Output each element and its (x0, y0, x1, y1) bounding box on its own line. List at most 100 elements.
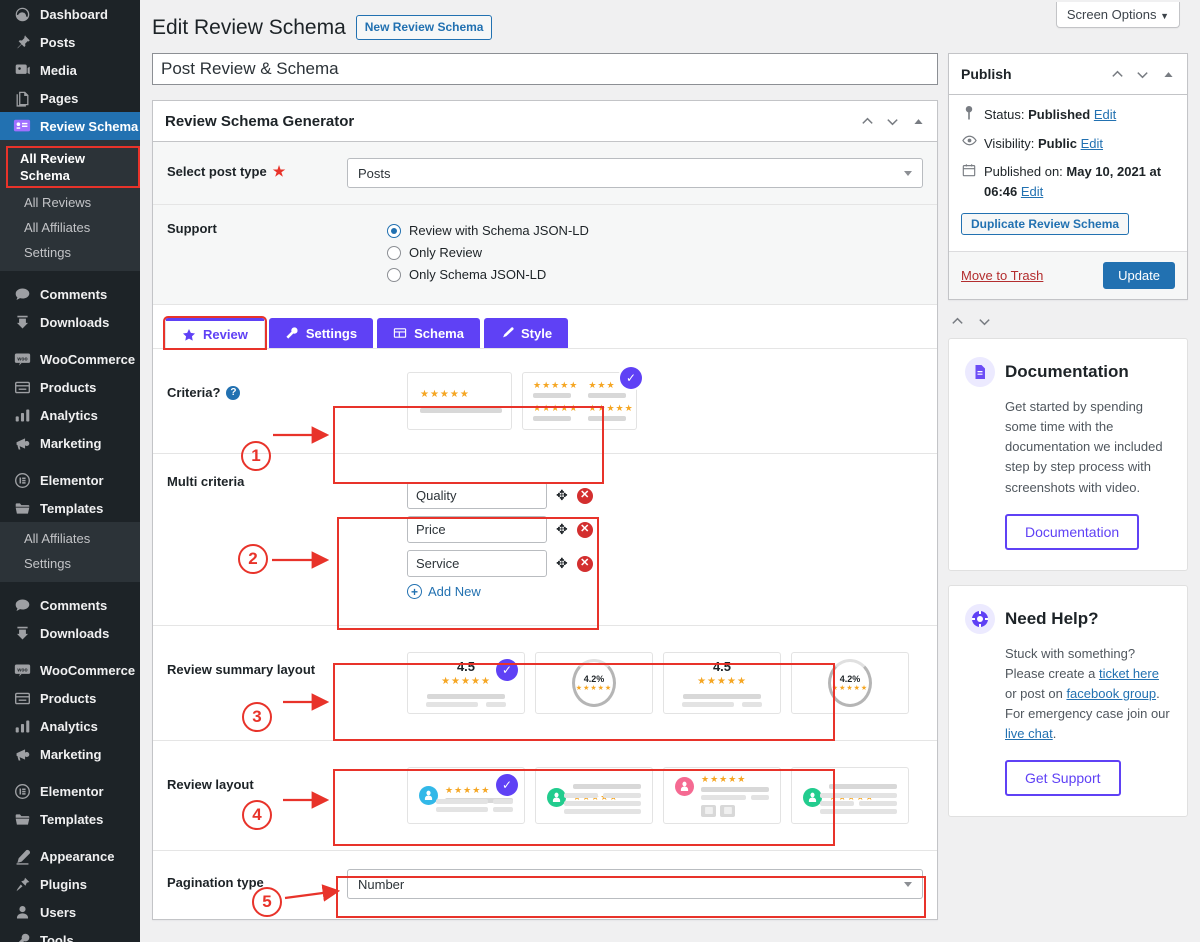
generator-tabs: Review Settings Schema Style (153, 305, 937, 350)
sidebar-item-woocommerce-2[interactable]: woo WooCommerce (0, 656, 140, 684)
sidebar-item-posts[interactable]: Posts (0, 28, 140, 56)
criteria-name-input[interactable]: Service (407, 550, 547, 577)
pagination-select[interactable]: Number (347, 869, 923, 899)
sidebar-item-marketing[interactable]: Marketing (0, 429, 140, 457)
tab-review[interactable]: Review (163, 316, 267, 350)
sidebar-item-users[interactable]: Users (0, 898, 140, 926)
sidebar-item-comments[interactable]: Comments (0, 280, 140, 308)
radio-icon[interactable] (387, 267, 401, 282)
sidebar-item-products-2[interactable]: Products (0, 684, 140, 712)
support-option-0[interactable]: Review with Schema JSON-LD (387, 223, 923, 238)
criteria-option-multi[interactable]: ★★★★★ ★★★ ★★★★★ ★★★★★ ✓ (522, 367, 642, 430)
sidebar-item-analytics-2[interactable]: Analytics (0, 712, 140, 740)
stars-preview: ★★★★★ (420, 388, 470, 400)
delete-icon[interactable]: ✕ (576, 555, 593, 572)
drag-handle-icon[interactable]: ✥ (556, 555, 568, 572)
documentation-button[interactable]: Documentation (1005, 513, 1140, 550)
sidebar-item-all-review-schema[interactable]: All Review Schema (6, 146, 140, 188)
review-layout-option-1[interactable]: ★★★★★ ✓ (407, 767, 525, 824)
visibility-edit-link[interactable]: Edit (1081, 136, 1103, 151)
help-icon[interactable]: ? (226, 385, 241, 400)
criteria-option-single[interactable]: ★★★★★ (407, 372, 512, 430)
support-option-1[interactable]: Only Review (387, 245, 923, 260)
status-edit-link[interactable]: Edit (1094, 107, 1116, 122)
summary-layout-option-1[interactable]: 4.5 ★★★★★ ✓ (407, 652, 525, 714)
media-icon (12, 60, 32, 80)
move-down-icon[interactable] (885, 114, 900, 129)
drag-handle-icon[interactable]: ✥ (556, 487, 568, 504)
stars-preview: ★★★★★ (831, 685, 869, 692)
sidebar-item-settings[interactable]: Settings (0, 240, 140, 265)
post-title-input[interactable]: Post Review & Schema (152, 53, 938, 85)
get-support-button[interactable]: Get Support (1005, 760, 1121, 797)
sidebar-item-woocommerce[interactable]: woo WooCommerce (0, 345, 140, 373)
radio-icon[interactable] (387, 245, 401, 260)
move-down-icon[interactable] (977, 314, 992, 332)
sidebar-item-all-reviews[interactable]: All Reviews (0, 190, 140, 215)
radio-icon[interactable] (387, 223, 401, 238)
summary-layout-option-4[interactable]: 4.2% ★★★★★ (791, 652, 909, 714)
new-review-schema-button[interactable]: New Review Schema (355, 15, 493, 41)
marketing-icon (12, 433, 32, 453)
criteria-name-input[interactable]: Price (407, 516, 547, 543)
support-option-2[interactable]: Only Schema JSON-LD (387, 267, 923, 282)
sidebar-item-templates-2[interactable]: Templates (0, 805, 140, 833)
toggle-panel-icon[interactable] (1162, 68, 1175, 81)
sidebar-item-pages[interactable]: Pages (0, 84, 140, 112)
add-new-criteria-button[interactable]: + Add New (407, 584, 913, 599)
move-to-trash-link[interactable]: Move to Trash (961, 268, 1043, 283)
sidebar-item-settings-2[interactable]: Settings (0, 551, 140, 576)
facebook-group-link[interactable]: facebook group (1066, 686, 1156, 701)
duplicate-review-schema-button[interactable]: Duplicate Review Schema (961, 213, 1130, 235)
sidebar-item-all-affiliates[interactable]: All Affiliates (0, 215, 140, 240)
move-up-icon[interactable] (950, 314, 965, 332)
review-layout-option-2[interactable]: ★★★★★ (535, 767, 653, 824)
tab-style[interactable]: Style (483, 318, 569, 348)
summary-layout-option-2[interactable]: 4.2% ★★★★★ (535, 652, 653, 714)
live-chat-link[interactable]: live chat (1005, 726, 1053, 741)
status-value: Published (1028, 107, 1091, 122)
move-down-icon[interactable] (1135, 67, 1150, 82)
placeholder-bar (564, 809, 641, 814)
toggle-panel-icon[interactable] (912, 115, 925, 128)
sidebar-item-downloads[interactable]: Downloads (0, 308, 140, 336)
review-layout-option-3[interactable]: ★★★★★ (663, 767, 781, 824)
move-up-icon[interactable] (860, 114, 875, 129)
sidebar-item-all-affiliates-2[interactable]: All Affiliates (0, 526, 140, 551)
published-edit-link[interactable]: Edit (1021, 184, 1043, 199)
ticket-here-link[interactable]: ticket here (1099, 666, 1159, 681)
sidebar-item-marketing-2[interactable]: Marketing (0, 740, 140, 768)
screen-options-button[interactable]: Screen Options ▼ (1055, 2, 1180, 28)
sidebar-item-tools[interactable]: Tools (0, 926, 140, 942)
sidebar-item-templates[interactable]: Templates (0, 494, 140, 522)
sidebar-item-plugins[interactable]: Plugins (0, 870, 140, 898)
post-type-select[interactable]: Posts (347, 158, 923, 188)
sidebar-item-elementor-2[interactable]: Elementor (0, 777, 140, 805)
delete-icon[interactable]: ✕ (576, 487, 593, 504)
sidebar-item-dashboard[interactable]: Dashboard (0, 0, 140, 28)
sidebar-item-products[interactable]: Products (0, 373, 140, 401)
sidebar-item-appearance[interactable]: Appearance (0, 842, 140, 870)
tab-settings[interactable]: Settings (268, 318, 374, 348)
summary-layout-option-3[interactable]: 4.5 ★★★★★ (663, 652, 781, 714)
sidebar-item-media[interactable]: Media (0, 56, 140, 84)
sidebar-item-downloads-2[interactable]: Downloads (0, 619, 140, 647)
selected-check-icon: ✓ (496, 774, 518, 796)
criteria-name-input[interactable]: Quality (407, 482, 547, 509)
sidebar-item-review-schema[interactable]: Review Schema (0, 112, 140, 140)
sidebar-item-comments-2[interactable]: Comments (0, 591, 140, 619)
products-icon (12, 377, 32, 397)
sidebar-item-elementor[interactable]: Elementor (0, 466, 140, 494)
selected-check-icon: ✓ (496, 659, 518, 681)
criteria-field: ★★★★★ ★★★★★ ★★★ ★★★★★ ★★★★★ ✓ (347, 365, 923, 437)
post-type-label-wrap: Select post type ★ (167, 158, 347, 180)
criteria-choices: ★★★★★ ★★★★★ ★★★ ★★★★★ ★★★★★ ✓ (397, 365, 923, 437)
tab-schema[interactable]: Schema (377, 318, 480, 348)
review-layout-option-4[interactable]: ★★★★★ (791, 767, 909, 824)
delete-icon[interactable]: ✕ (576, 521, 593, 538)
update-button[interactable]: Update (1103, 262, 1175, 289)
support-option-label: Only Review (409, 245, 482, 260)
drag-handle-icon[interactable]: ✥ (556, 521, 568, 538)
move-up-icon[interactable] (1110, 67, 1125, 82)
sidebar-item-analytics[interactable]: Analytics (0, 401, 140, 429)
